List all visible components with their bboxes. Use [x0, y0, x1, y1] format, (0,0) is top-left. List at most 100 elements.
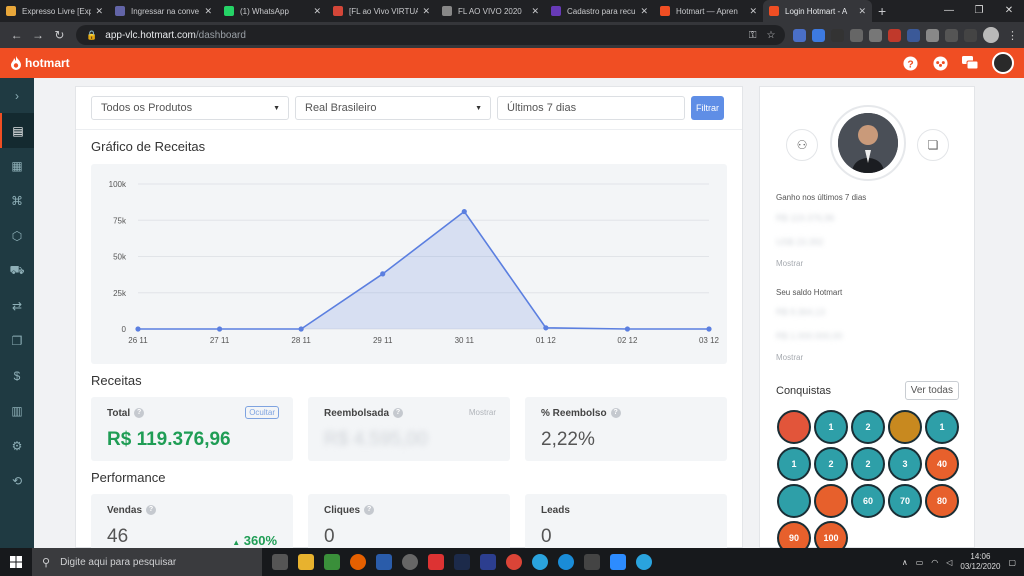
help-icon[interactable]: ?: [902, 55, 918, 71]
achievement-badge[interactable]: 70: [888, 484, 922, 518]
chat-icon[interactable]: ❏: [917, 129, 949, 161]
file-explorer-icon[interactable]: [298, 554, 314, 570]
forward-icon[interactable]: →: [27, 28, 48, 42]
chat-icon[interactable]: [962, 55, 978, 71]
achievement-badge[interactable]: 3: [888, 447, 922, 481]
tray-chevron-icon[interactable]: ∧: [902, 558, 908, 567]
achievement-badge[interactable]: 80: [925, 484, 959, 518]
browser-tab[interactable]: (1) WhatsApp ✕: [218, 0, 327, 22]
sidebar-item-grid[interactable]: ▦: [0, 148, 34, 183]
extension-icon[interactable]: [888, 28, 902, 42]
achievement-badge[interactable]: 1: [777, 447, 811, 481]
extension-icon[interactable]: [812, 28, 826, 42]
close-tab-icon[interactable]: ✕: [95, 6, 103, 17]
close-tab-icon[interactable]: ✕: [640, 6, 648, 17]
product-select[interactable]: Todos os Produtos ▼: [91, 96, 289, 120]
sidebar-item-settings[interactable]: ⚙: [0, 428, 34, 463]
browser-tab[interactable]: FL AO VIVO 2020 ✕: [436, 0, 545, 22]
filter-button[interactable]: Filtrar: [691, 96, 724, 120]
help-icon[interactable]: ?: [610, 408, 621, 419]
extension-icon[interactable]: [831, 28, 845, 42]
app-icon[interactable]: [324, 554, 340, 570]
volume-icon[interactable]: ◁: [946, 558, 952, 567]
sidebar-item-products[interactable]: ⬡: [0, 218, 34, 253]
app-icon[interactable]: [402, 554, 418, 570]
notifications-icon[interactable]: ▢: [1008, 558, 1016, 567]
key-icon[interactable]: ⚿: [749, 30, 757, 41]
app-icon[interactable]: [584, 554, 600, 570]
windows-start-icon[interactable]: [0, 548, 32, 576]
taskbar-search-input[interactable]: ⚲ Digite aqui para pesquisar: [32, 548, 262, 576]
edge-icon[interactable]: [558, 554, 574, 570]
community-icon[interactable]: [932, 55, 948, 71]
browser-tab[interactable]: Cadastro para recu ✕: [545, 0, 654, 22]
sidebar-item-reports[interactable]: ▥: [0, 393, 34, 428]
sidebar-item-dashboard[interactable]: ▤: [0, 113, 34, 148]
reload-icon[interactable]: ↻: [49, 28, 70, 42]
extension-icon[interactable]: [907, 28, 921, 42]
close-tab-icon[interactable]: ✕: [858, 6, 866, 17]
achievement-badge[interactable]: [888, 410, 922, 444]
sidebar-item-finance[interactable]: $: [0, 358, 34, 393]
browser-tab[interactable]: Login Hotmart - A ✕: [763, 0, 872, 22]
shield-icon[interactable]: [945, 28, 959, 42]
close-tab-icon[interactable]: ✕: [531, 6, 539, 17]
show-toggle-button[interactable]: Mostrar: [469, 408, 496, 417]
extension-icon[interactable]: [869, 28, 883, 42]
hide-toggle-button[interactable]: Ocultar: [245, 406, 279, 419]
achievement-badge[interactable]: [777, 484, 811, 518]
browser-tab[interactable]: Hotmart — Apren ✕: [654, 0, 763, 22]
achievement-badge[interactable]: 60: [851, 484, 885, 518]
sidebar-item-network[interactable]: ⌘: [0, 183, 34, 218]
close-tab-icon[interactable]: ✕: [313, 6, 321, 17]
extension-icon[interactable]: [926, 28, 940, 42]
sidebar-expand-icon[interactable]: ›: [0, 78, 34, 113]
back-icon[interactable]: ←: [6, 28, 27, 42]
close-tab-icon[interactable]: ✕: [749, 6, 757, 17]
profile-avatar[interactable]: [830, 105, 906, 181]
extension-icon[interactable]: [850, 28, 864, 42]
user-avatar[interactable]: [992, 52, 1014, 74]
task-view-icon[interactable]: [272, 554, 288, 570]
achievement-badge[interactable]: 1: [814, 410, 848, 444]
browser-profile-avatar[interactable]: [983, 27, 999, 43]
user-settings-icon[interactable]: ⚇: [786, 129, 818, 161]
extension-icon[interactable]: [793, 28, 807, 42]
network-icon[interactable]: ▭: [916, 558, 924, 567]
see-all-button[interactable]: Ver todas: [904, 381, 959, 400]
browser-tab[interactable]: Expresso Livre [Exp ✕: [0, 0, 109, 22]
telegram-icon[interactable]: [636, 554, 652, 570]
achievement-badge[interactable]: 1: [925, 410, 959, 444]
achievement-badge[interactable]: 2: [851, 447, 885, 481]
help-icon[interactable]: ?: [393, 408, 404, 419]
help-icon[interactable]: ?: [364, 505, 375, 516]
url-input[interactable]: 🔒 app-vlc.hotmart.com/dashboard ⚿ ☆: [76, 25, 786, 45]
achievement-badge[interactable]: 2: [814, 447, 848, 481]
firefox-icon[interactable]: [350, 554, 366, 570]
achievement-badge[interactable]: 40: [925, 447, 959, 481]
bookmark-star-icon[interactable]: ☆: [766, 30, 775, 41]
minimize-icon[interactable]: —: [934, 0, 964, 22]
achievement-badge[interactable]: 2: [851, 410, 885, 444]
photoshop-icon[interactable]: [454, 554, 470, 570]
app-icon[interactable]: [428, 554, 444, 570]
close-tab-icon[interactable]: ✕: [204, 6, 212, 17]
close-window-icon[interactable]: ✕: [994, 0, 1024, 22]
period-select[interactable]: Últimos 7 dias: [497, 96, 685, 120]
achievement-badge[interactable]: [777, 410, 811, 444]
chrome-icon[interactable]: [506, 554, 522, 570]
sidebar-item-integrations[interactable]: ⟲: [0, 463, 34, 498]
currency-select[interactable]: Real Brasileiro ▼: [295, 96, 491, 120]
sidebar-item-sync[interactable]: ⇄: [0, 288, 34, 323]
browser-menu-icon[interactable]: ⋮: [1007, 29, 1018, 42]
zoom-icon[interactable]: [610, 554, 626, 570]
show-earned-link[interactable]: Mostrar: [776, 259, 803, 268]
taskbar-clock[interactable]: 14:06 03/12/2020: [960, 552, 1000, 572]
puzzle-icon[interactable]: [964, 28, 978, 42]
achievement-badge[interactable]: [814, 484, 848, 518]
telegram-icon[interactable]: [532, 554, 548, 570]
help-icon[interactable]: ?: [146, 505, 157, 516]
maximize-icon[interactable]: ❐: [964, 0, 994, 22]
wifi-icon[interactable]: ◠: [931, 558, 938, 567]
app-icon[interactable]: [480, 554, 496, 570]
